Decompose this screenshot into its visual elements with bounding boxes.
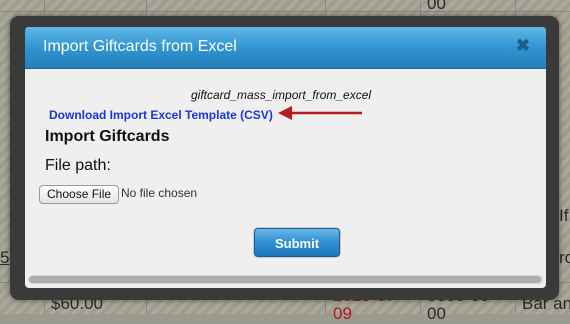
file-path-label: File path: — [45, 157, 111, 174]
table-cell: 00 — [427, 0, 446, 13]
table-cell: If C — [559, 206, 570, 225]
table-cell: 09 — [333, 304, 352, 323]
horizontal-scrollbar[interactable] — [28, 275, 543, 284]
table-cell: rch — [559, 248, 570, 267]
import-dialog: Import Giftcards from Excel ✖ giftcard_m… — [25, 27, 546, 288]
close-icon[interactable]: ✖ — [514, 37, 532, 55]
submit-button[interactable]: Submit — [254, 228, 340, 257]
template-filename: giftcard_mass_import_from_excel — [191, 88, 372, 102]
dialog-title: Import Giftcards from Excel — [43, 38, 237, 55]
choose-file-button[interactable]: Choose File — [39, 185, 120, 204]
scrollbar-thumb[interactable] — [29, 276, 541, 283]
table-cell: 00 — [427, 304, 446, 323]
table-cell: 5 — [0, 248, 10, 267]
file-status-text: No file chosen — [121, 186, 198, 200]
download-template-link[interactable]: Download Import Excel Template (CSV) — [49, 108, 273, 122]
dialog-titlebar: Import Giftcards from Excel ✖ — [25, 27, 546, 69]
section-heading: Import Giftcards — [45, 128, 170, 145]
arrow-left-icon — [278, 106, 362, 120]
table-divider — [0, 11, 570, 12]
